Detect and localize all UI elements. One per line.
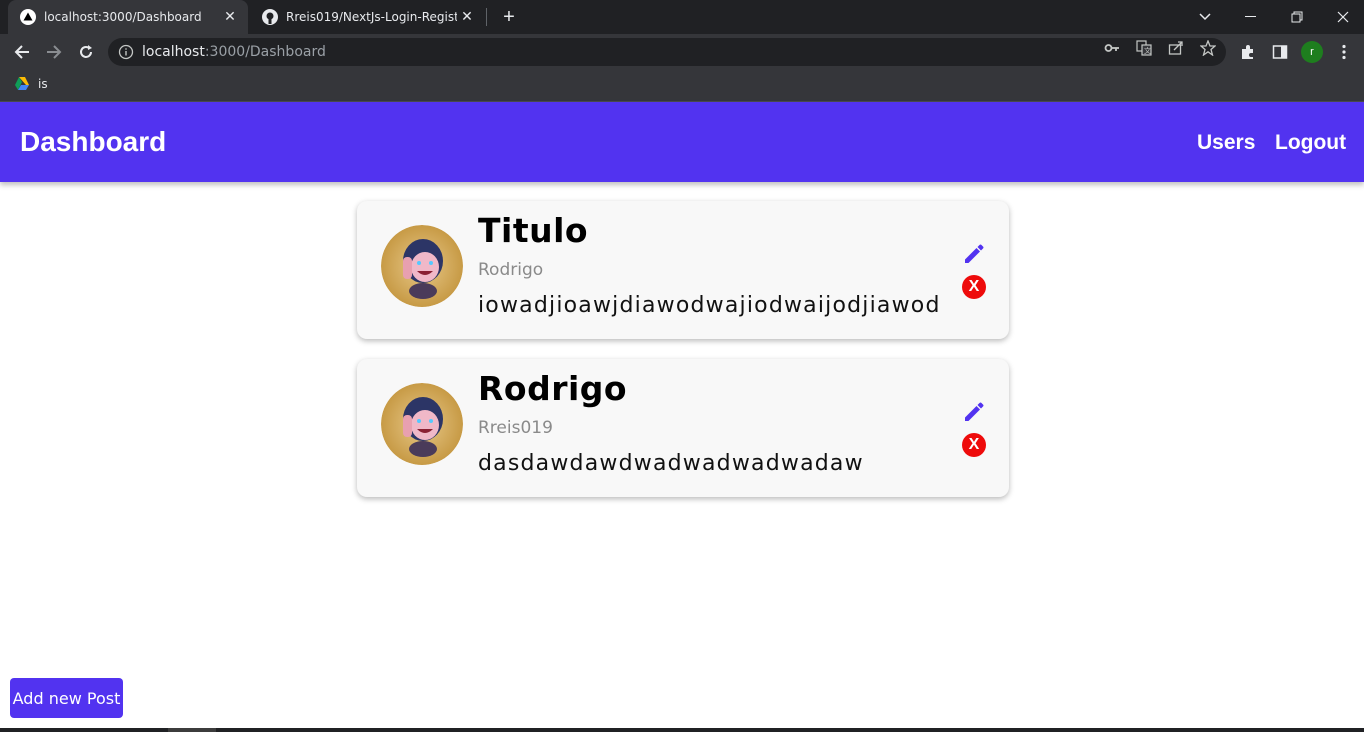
back-arrow-icon[interactable]: [10, 40, 34, 64]
tab-title: Rreis019/NextJs-Login-Register-a: [286, 10, 457, 24]
svg-text:文: 文: [1144, 46, 1151, 55]
side-panel-icon[interactable]: [1270, 42, 1290, 62]
close-icon[interactable]: ✕: [457, 7, 477, 27]
google-drive-icon: [14, 76, 30, 92]
site-info-icon[interactable]: [118, 44, 134, 60]
tab-title: localhost:3000/Dashboard: [44, 10, 202, 24]
nextjs-triangle-icon: [20, 9, 36, 25]
minimize-icon[interactable]: [1228, 0, 1274, 34]
profile-avatar[interactable]: r: [1301, 41, 1323, 63]
edit-pencil-icon[interactable]: [961, 241, 987, 267]
post-author: Rreis019: [478, 418, 553, 438]
add-new-post-button[interactable]: Add new Post: [10, 678, 123, 718]
browser-toolbar: localhost:3000/Dashboard 文 r: [0, 34, 1364, 70]
nav-users-link[interactable]: Users: [1197, 131, 1255, 155]
url-text: localhost:3000/Dashboard: [142, 44, 326, 60]
app-page: Dashboard Users Logout Titulo Rodrigo io…: [0, 102, 1364, 728]
app-navbar: Dashboard Users Logout: [0, 102, 1364, 182]
avatar: [381, 225, 463, 307]
tab-dashboard[interactable]: localhost:3000/Dashboard ✕: [8, 0, 248, 34]
share-icon[interactable]: [1168, 40, 1184, 56]
close-icon[interactable]: ✕: [220, 7, 240, 27]
post-title: Titulo: [478, 211, 589, 250]
post-body: dasdawdawdwadwadwadwadaw: [478, 451, 864, 476]
browser-tabbar: localhost:3000/Dashboard ✕ Rreis019/Next…: [0, 0, 1364, 34]
delete-button[interactable]: X: [962, 433, 986, 457]
page-title[interactable]: Dashboard: [20, 126, 166, 158]
extensions-puzzle-icon[interactable]: [1238, 42, 1258, 62]
tab-search-icon[interactable]: [1182, 0, 1228, 34]
bookmark-label: is: [38, 77, 48, 91]
github-icon: [262, 9, 278, 25]
nav-logout-link[interactable]: Logout: [1275, 131, 1346, 155]
scrollbar-thumb[interactable]: [168, 728, 216, 732]
url-host: localhost: [142, 44, 205, 60]
tab-github[interactable]: Rreis019/NextJs-Login-Register-a ✕: [250, 0, 485, 34]
tab-separator: [486, 8, 487, 26]
horizontal-scrollbar[interactable]: [0, 728, 1364, 732]
post-author: Rodrigo: [478, 260, 544, 280]
window-close-icon[interactable]: [1320, 0, 1364, 34]
bookmark-item[interactable]: is: [14, 76, 48, 92]
post-card: Titulo Rodrigo iowadjioawjdiawodwajiodwa…: [357, 201, 1009, 339]
avatar: [381, 383, 463, 465]
translate-icon[interactable]: 文: [1136, 40, 1152, 56]
url-path: :3000/Dashboard: [204, 44, 326, 60]
reload-icon[interactable]: [74, 40, 98, 64]
bookmark-star-icon[interactable]: [1200, 40, 1216, 56]
post-title: Rodrigo: [478, 369, 628, 408]
key-icon[interactable]: [1104, 40, 1120, 56]
restore-icon[interactable]: [1274, 0, 1320, 34]
post-card: Rodrigo Rreis019 dasdawdawdwadwadwadwada…: [357, 359, 1009, 497]
new-tab-button[interactable]: +: [498, 6, 520, 28]
forward-arrow-icon[interactable]: [42, 40, 66, 64]
more-menu-icon[interactable]: [1334, 42, 1354, 62]
post-body: iowadjioawjdiawodwajiodwaijodjiawod: [478, 293, 941, 318]
bookmarks-bar: is: [0, 70, 1364, 102]
edit-pencil-icon[interactable]: [961, 399, 987, 425]
delete-button[interactable]: X: [962, 275, 986, 299]
address-bar[interactable]: localhost:3000/Dashboard: [108, 38, 1226, 66]
